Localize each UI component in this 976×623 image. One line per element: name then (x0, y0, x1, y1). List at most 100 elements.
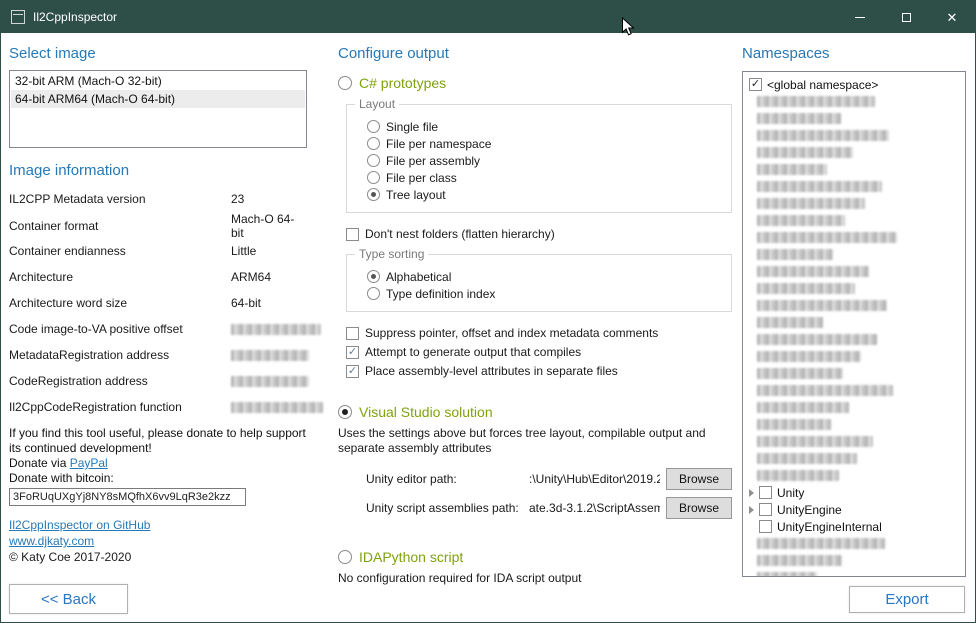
radio-idapython-script[interactable]: IDAPython script (338, 549, 732, 565)
checkbox-label: Attempt to generate output that compiles (365, 345, 581, 359)
image-list-item[interactable]: 64-bit ARM64 (Mach-O 64-bit) (11, 90, 305, 108)
content-area: Select image 32-bit ARM (Mach-O 32-bit)6… (1, 33, 975, 622)
radio-label: File per class (386, 171, 457, 185)
info-row: MetadataRegistration address (9, 342, 307, 368)
redacted-namespace (757, 351, 861, 362)
links-block: Il2CppInspector on GitHub www.djkaty.com… (9, 517, 307, 565)
image-list-item[interactable]: 32-bit ARM (Mach-O 32-bit) (11, 72, 305, 90)
radio-file-per-class[interactable]: File per class (367, 170, 721, 185)
namespace-item (743, 348, 965, 365)
namespace-checkbox[interactable] (749, 78, 762, 91)
redacted-namespace (757, 572, 817, 577)
info-key: Container endianness (9, 244, 231, 258)
info-row: Architecture word size64-bit (9, 290, 307, 316)
info-row: CodeRegistration address (9, 368, 307, 394)
radio-icon (367, 137, 380, 150)
checkbox-label: Suppress pointer, offset and index metad… (365, 326, 658, 340)
redacted-namespace (757, 215, 845, 226)
checkbox-icon (346, 346, 359, 359)
info-row: Code image-to-VA positive offset (9, 316, 307, 342)
radio-icon (367, 287, 380, 300)
radio-icon (367, 171, 380, 184)
info-row: Il2CppCodeRegistration function (9, 394, 307, 420)
namespace-item[interactable]: UnityEngineInternal (743, 518, 965, 535)
donate-bitcoin-label: Donate with bitcoin: (9, 471, 307, 486)
info-key: Architecture (9, 270, 231, 284)
radio-single-file[interactable]: Single file (367, 119, 721, 134)
website-link[interactable]: www.djkaty.com (9, 534, 94, 548)
radio-label: IDAPython script (359, 549, 463, 565)
maximize-button[interactable] (883, 1, 929, 33)
checkbox-separate-attribute-files[interactable]: Place assembly-level attributes in separ… (346, 364, 732, 378)
back-button[interactable]: << Back (9, 584, 128, 614)
github-link[interactable]: Il2CppInspector on GitHub (9, 518, 150, 532)
namespace-item (743, 450, 965, 467)
namespace-item[interactable]: Unity (743, 484, 965, 501)
radio-tree-layout[interactable]: Tree layout (367, 187, 721, 202)
unity-assemblies-path-row: Unity script assemblies path: ate.3d-3.1… (366, 497, 732, 519)
namespace-checkbox[interactable] (759, 486, 772, 499)
namespace-checkbox[interactable] (759, 520, 772, 533)
namespace-item[interactable]: UnityEngine (743, 501, 965, 518)
namespace-item[interactable]: <global namespace> (743, 76, 965, 93)
namespace-item (743, 365, 965, 382)
radio-icon (367, 270, 380, 283)
radio-label: C# prototypes (359, 75, 446, 91)
radio-csharp-prototypes[interactable]: C# prototypes (338, 75, 732, 91)
titlebar: Il2CppInspector ✕ (1, 1, 975, 33)
bitcoin-address-input[interactable] (9, 488, 246, 506)
radio-label: File per assembly (386, 154, 480, 168)
radio-alphabetical[interactable]: Alphabetical (367, 269, 721, 284)
unity-editor-path-label: Unity editor path: (366, 472, 529, 486)
redacted-namespace (757, 300, 887, 311)
close-button[interactable]: ✕ (929, 1, 975, 33)
checkbox-icon (346, 365, 359, 378)
radio-visual-studio-solution[interactable]: Visual Studio solution (338, 404, 732, 420)
info-value: 23 (231, 192, 307, 206)
configure-output-panel: Configure output C# prototypes Layout Si… (338, 45, 732, 586)
image-list[interactable]: 32-bit ARM (Mach-O 32-bit)64-bit ARM64 (… (9, 70, 307, 148)
radio-label: Single file (386, 120, 438, 134)
export-button[interactable]: Export (849, 586, 965, 613)
info-row: Container endiannessLittle (9, 238, 307, 264)
redacted-namespace (757, 181, 882, 192)
namespaces-header: Namespaces (742, 45, 968, 62)
checkbox-flatten-hierarchy[interactable]: Don't nest folders (flatten hierarchy) (346, 227, 732, 241)
info-key: Il2CppCodeRegistration function (9, 400, 231, 414)
expand-icon[interactable] (749, 506, 754, 514)
expand-icon[interactable] (749, 489, 754, 497)
radio-file-per-namespace[interactable]: File per namespace (367, 136, 721, 151)
unity-assemblies-path-value: ate.3d-3.1.2\ScriptAssemblies (529, 501, 660, 515)
unity-editor-path-row: Unity editor path: :\Unity\Hub\Editor\20… (366, 468, 732, 490)
namespace-checkbox[interactable] (759, 503, 772, 516)
namespace-label: UnityEngine (777, 503, 842, 517)
minimize-button[interactable] (837, 1, 883, 33)
namespace-item (743, 433, 965, 450)
browse-editor-button[interactable]: Browse (666, 468, 732, 490)
info-key: Architecture word size (9, 296, 231, 310)
radio-file-per-assembly[interactable]: File per assembly (367, 153, 721, 168)
unity-assemblies-path-label: Unity script assemblies path: (366, 501, 529, 515)
radio-label: Visual Studio solution (359, 404, 493, 420)
radio-label: File per namespace (386, 137, 491, 151)
namespace-list[interactable]: <global namespace> Unity UnityEngineUnityE… (742, 71, 966, 577)
info-key: CodeRegistration address (9, 374, 231, 388)
info-row: Container formatMach-O 64-bit (9, 212, 307, 238)
checkbox-suppress-comments[interactable]: Suppress pointer, offset and index metad… (346, 326, 732, 340)
namespace-item (743, 127, 965, 144)
redacted-namespace (757, 113, 841, 124)
info-key: Container format (9, 219, 231, 233)
redacted-namespace (757, 96, 875, 107)
namespace-item (743, 569, 965, 577)
radio-type-definition-index[interactable]: Type definition index (367, 286, 721, 301)
ida-description: No configuration required for IDA script… (338, 571, 732, 586)
info-key: IL2CPP Metadata version (9, 192, 231, 206)
namespace-item (743, 178, 965, 195)
checkbox-compilable-output[interactable]: Attempt to generate output that compiles (346, 345, 732, 359)
browse-assemblies-button[interactable]: Browse (666, 497, 732, 519)
radio-icon (338, 550, 352, 564)
paypal-link[interactable]: PayPal (70, 456, 108, 470)
redacted-namespace (757, 402, 849, 413)
redacted-namespace (757, 232, 897, 243)
checkbox-label: Place assembly-level attributes in separ… (365, 364, 618, 378)
